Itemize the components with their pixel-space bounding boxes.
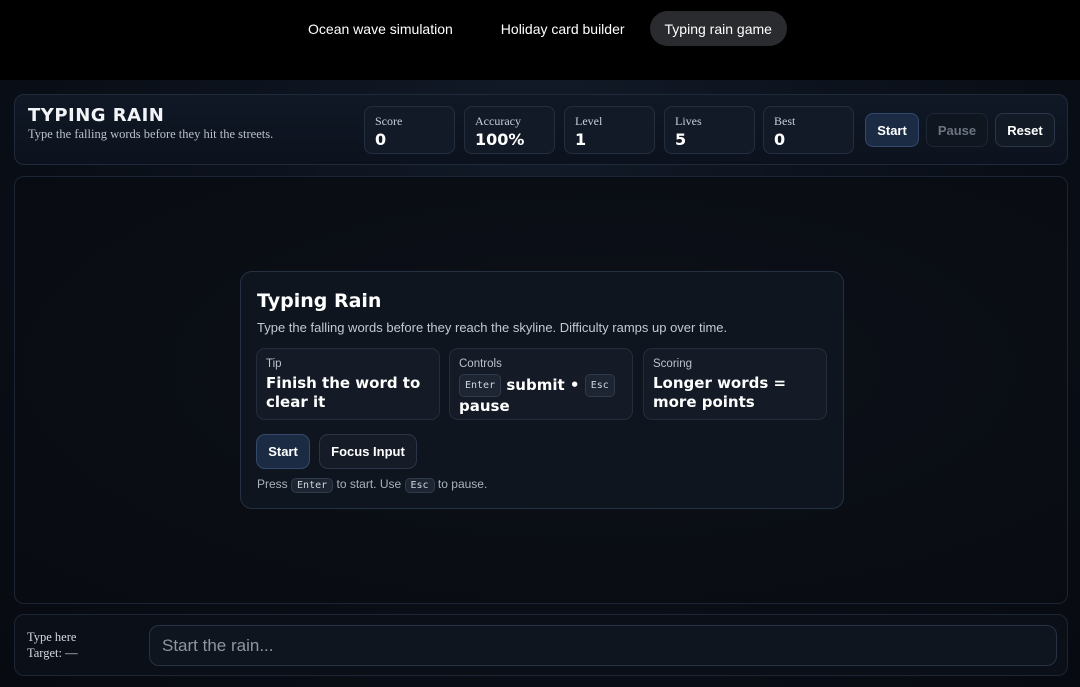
tip-card: Tip Finish the word to clear it bbox=[256, 348, 440, 420]
hint-enter-key: Enter bbox=[291, 478, 334, 493]
score-stat: Score 0 bbox=[364, 106, 455, 154]
game-stage[interactable]: Typing Rain Type the falling words befor… bbox=[14, 176, 1068, 604]
hint-to-pause: to pause. bbox=[437, 477, 488, 491]
target-value: — bbox=[65, 646, 78, 660]
accuracy-value: 100% bbox=[475, 130, 525, 149]
controls-body: Enter submit • Esc pause bbox=[459, 374, 627, 416]
type-here-label: Type here bbox=[27, 630, 77, 644]
typing-input-bar: Type here Target: — bbox=[14, 614, 1068, 676]
start-overlay-panel: Typing Rain Type the falling words befor… bbox=[240, 271, 844, 509]
submit-text: submit bbox=[506, 376, 565, 394]
separator-bullet: • bbox=[569, 376, 580, 394]
scoring-card: Scoring Longer words = more points bbox=[643, 348, 827, 420]
target-readout: Target: — bbox=[27, 646, 78, 661]
lives-value: 5 bbox=[675, 130, 687, 149]
level-label: Level bbox=[575, 114, 603, 128]
focus-input-button[interactable]: Focus Input bbox=[319, 434, 417, 469]
top-tab-bar: Ocean wave simulation Holiday card build… bbox=[0, 0, 1080, 80]
level-stat: Level 1 bbox=[564, 106, 655, 154]
esc-key-badge: Esc bbox=[584, 374, 615, 397]
scoring-label: Scoring bbox=[653, 358, 692, 370]
hint-press: Press bbox=[257, 477, 288, 491]
pause-text: pause bbox=[459, 397, 510, 415]
tip-body: Finish the word to clear it bbox=[266, 374, 421, 411]
keyboard-hint: Press Enter to start. Use Esc to pause. bbox=[257, 477, 487, 493]
controls-label: Controls bbox=[459, 358, 502, 370]
best-stat: Best 0 bbox=[763, 106, 854, 154]
game-header: TYPING RAIN Type the falling words befor… bbox=[14, 94, 1068, 165]
lives-stat: Lives 5 bbox=[664, 106, 755, 154]
score-label: Score bbox=[375, 114, 403, 128]
header-pause-button[interactable]: Pause bbox=[926, 113, 988, 147]
header-reset-button[interactable]: Reset bbox=[995, 113, 1055, 147]
overlay-title: Typing Rain bbox=[257, 290, 382, 312]
overlay-start-button[interactable]: Start bbox=[256, 434, 310, 469]
accuracy-stat: Accuracy 100% bbox=[464, 106, 555, 154]
enter-key-badge: Enter bbox=[459, 374, 502, 397]
controls-card: Controls Enter submit • Esc pause bbox=[449, 348, 633, 420]
game-title: TYPING RAIN bbox=[28, 105, 165, 126]
overlay-subtitle: Type the falling words before they reach… bbox=[257, 320, 728, 335]
best-value: 0 bbox=[774, 130, 786, 149]
scoring-body: Longer words = more points bbox=[653, 374, 787, 411]
hint-esc-key: Esc bbox=[404, 478, 435, 493]
hint-to-start: to start. Use bbox=[336, 477, 402, 491]
game-subtitle: Type the falling words before they hit t… bbox=[28, 127, 274, 141]
lives-label: Lives bbox=[675, 114, 702, 128]
tab-ocean-wave-simulation[interactable]: Ocean wave simulation bbox=[293, 11, 468, 46]
tab-typing-rain-game[interactable]: Typing rain game bbox=[649, 11, 787, 46]
accuracy-label: Accuracy bbox=[475, 114, 521, 128]
tab-holiday-card-builder[interactable]: Holiday card builder bbox=[486, 11, 640, 46]
tip-label: Tip bbox=[266, 358, 282, 370]
header-start-button[interactable]: Start bbox=[865, 113, 919, 147]
target-label: Target: bbox=[27, 646, 62, 660]
typing-input[interactable] bbox=[149, 625, 1057, 666]
score-value: 0 bbox=[375, 130, 387, 149]
typing-rain-app: TYPING RAIN Type the falling words befor… bbox=[0, 80, 1080, 687]
best-label: Best bbox=[774, 114, 796, 128]
level-value: 1 bbox=[575, 130, 587, 149]
